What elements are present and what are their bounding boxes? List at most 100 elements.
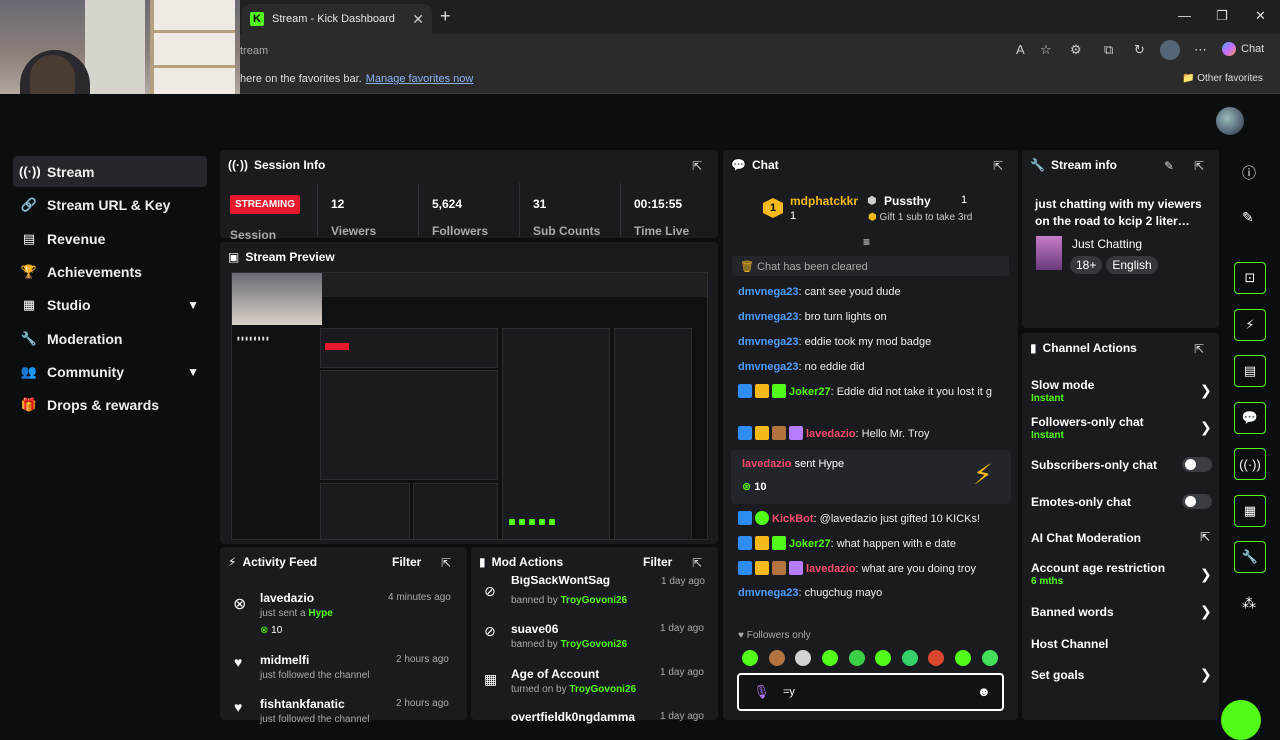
microphone-icon[interactable]: 🎙 <box>753 684 770 700</box>
emote-icon[interactable] <box>742 650 758 666</box>
popout-icon[interactable]: ⇱ <box>692 159 702 173</box>
broadcast-icon[interactable]: ((·)) <box>1234 448 1266 480</box>
sidebar-item-stream[interactable]: ((·)) Stream <box>13 156 207 187</box>
sidebar-item-revenue[interactable]: ▤ Revenue <box>13 223 207 254</box>
popout-icon[interactable]: ⇱ <box>441 556 451 570</box>
chat-username[interactable]: Joker27 <box>789 538 831 550</box>
edit-icon[interactable]: ✎ <box>1242 209 1254 226</box>
emote-icon[interactable] <box>982 650 998 666</box>
favorite-star-icon[interactable]: ☆ <box>1040 42 1052 58</box>
close-tab-icon[interactable]: ✕ <box>412 11 424 28</box>
activity-user[interactable]: midmelfi <box>260 653 309 667</box>
emote-icon[interactable] <box>822 650 838 666</box>
emote-icon[interactable] <box>902 650 918 666</box>
maximize-icon[interactable]: ❐ <box>1216 8 1228 24</box>
minimize-icon[interactable]: — <box>1178 8 1191 23</box>
emote-icon[interactable] <box>928 650 944 666</box>
mod-filter-button[interactable]: Filter <box>643 555 672 569</box>
chat-bubble-icon[interactable]: 💬 <box>1234 402 1266 434</box>
chevron-right-icon[interactable]: ❯ <box>1200 382 1212 399</box>
help-fab-button[interactable] <box>1221 700 1261 740</box>
gift-sub-cta[interactable]: ⬢ Gift 1 sub to take 3rd <box>868 212 972 223</box>
chevron-right-icon[interactable]: ❯ <box>1200 419 1212 436</box>
emote-icon[interactable] <box>769 650 785 666</box>
popout-icon[interactable]: ⇱ <box>1194 159 1204 173</box>
mod-target[interactable]: BigSackWontSag <box>511 576 610 587</box>
chat-username[interactable]: lavedazio <box>806 563 856 575</box>
new-tab-button[interactable]: + <box>440 6 451 27</box>
extensions-icon[interactable]: ⚙ <box>1070 42 1082 58</box>
emote-icon[interactable] <box>875 650 891 666</box>
sidebar-item-studio[interactable]: ▦ Studio ▼ <box>13 289 207 320</box>
activity-user[interactable]: fishtankfanatic <box>260 697 345 711</box>
ai-chat-moderation-label[interactable]: AI Chat Moderation <box>1031 531 1141 545</box>
sidebar-item-moderation[interactable]: 🔧 Moderation <box>13 323 207 354</box>
external-link-icon[interactable]: ⇱ <box>1200 530 1210 544</box>
window-close-icon[interactable]: ✕ <box>1255 8 1266 24</box>
share-icon[interactable]: ⁂ <box>1242 595 1256 612</box>
chat-username[interactable]: dmvnega23 <box>738 286 799 298</box>
emote-icon[interactable] <box>955 650 971 666</box>
chevron-right-icon[interactable]: ❯ <box>1200 603 1212 620</box>
edit-pencil-icon[interactable]: ✎ <box>1164 159 1174 173</box>
chevron-right-icon[interactable]: ❯ <box>1200 566 1212 583</box>
sidebar-item-achievements[interactable]: 🏆 Achievements <box>13 256 207 287</box>
other-favorites[interactable]: 📁 Other favorites <box>1182 73 1263 84</box>
activity-filter-button[interactable]: Filter <box>392 555 421 569</box>
sidebar-item-drops[interactable]: 🎁 Drops & rewards <box>13 389 207 420</box>
history-icon[interactable]: ↻ <box>1134 42 1145 58</box>
emote-icon[interactable] <box>795 650 811 666</box>
popout-icon[interactable]: ⇱ <box>1194 342 1204 356</box>
set-goals-label[interactable]: Set goals <box>1031 668 1084 682</box>
popout-icon[interactable]: ⇱ <box>993 159 1003 173</box>
popout-icon[interactable]: ⇱ <box>692 556 702 570</box>
leader-2-name[interactable]: Pussthy <box>884 194 931 208</box>
snapshot-icon[interactable]: ⊡ <box>1234 262 1266 294</box>
banned-words-label[interactable]: Banned words <box>1031 605 1114 619</box>
emotes-only-toggle[interactable] <box>1182 494 1212 509</box>
info-icon[interactable]: ⓘ <box>1242 163 1256 183</box>
copilot-chat-button[interactable]: Chat <box>1222 42 1264 56</box>
subscribers-only-toggle[interactable] <box>1182 457 1212 472</box>
tag-pill[interactable]: 18+ <box>1070 256 1103 274</box>
browser-tab[interactable]: K Stream - Kick Dashboard ✕ <box>242 4 432 34</box>
emote-icon[interactable] <box>849 650 865 666</box>
emoji-picker-icon[interactable]: ☻ <box>977 684 991 699</box>
chat-username[interactable]: Joker27 <box>789 386 831 398</box>
address-input[interactable]: tream <box>230 40 1010 62</box>
notes-icon[interactable]: ▤ <box>1234 355 1266 387</box>
hype-user[interactable]: lavedazio <box>742 458 792 470</box>
stream-preview-video[interactable]: ▮ ▮ ▮ ▮ ▮ ▮ ▮ ▮ <box>231 272 708 540</box>
read-aloud-icon[interactable]: A <box>1016 42 1025 57</box>
layout-icon[interactable]: ▦ <box>1234 495 1266 527</box>
sidebar-item-stream-url[interactable]: 🔗 Stream URL & Key <box>13 189 207 220</box>
chat-username[interactable]: dmvnega23 <box>738 311 799 323</box>
activity-user[interactable]: lavedazio <box>260 591 314 605</box>
mod-target[interactable]: Age of Account <box>511 667 599 681</box>
account-age-restriction-label[interactable]: Account age restriction <box>1031 561 1165 575</box>
category-thumbnail[interactable] <box>1036 236 1062 270</box>
chevron-right-icon[interactable]: ❯ <box>1200 666 1212 683</box>
chat-username[interactable]: dmvnega23 <box>738 336 799 348</box>
chat-username[interactable]: dmvnega23 <box>738 587 799 599</box>
lightning-icon[interactable]: ⚡ <box>1234 309 1266 341</box>
tag-pill[interactable]: English <box>1106 256 1158 274</box>
host-channel-label[interactable]: Host Channel <box>1031 637 1108 651</box>
chat-input[interactable]: 🎙 =y ☻ <box>737 673 1004 711</box>
mod-target[interactable]: overtfieldk0ngdamma <box>511 710 635 724</box>
profile-avatar[interactable] <box>1160 40 1180 60</box>
more-menu-icon[interactable]: ⋯ <box>1194 42 1207 58</box>
sidebar-item-community[interactable]: 👥 Community ▼ <box>13 356 207 387</box>
followers-only-chat-label[interactable]: Followers-only chat <box>1031 415 1144 429</box>
slow-mode-label[interactable]: Slow mode <box>1031 378 1094 392</box>
collections-icon[interactable]: ⧉ <box>1104 42 1113 58</box>
chat-username[interactable]: dmvnega23 <box>738 361 799 373</box>
wrench-icon[interactable]: 🔧 <box>1234 541 1266 573</box>
chat-username[interactable]: KickBot <box>772 513 814 525</box>
pin-icon[interactable]: ≡ <box>863 235 870 249</box>
manage-favorites-link[interactable]: Manage favorites now <box>366 73 474 85</box>
leader-1-name[interactable]: mdphatckkr <box>790 194 858 208</box>
user-avatar[interactable] <box>1216 107 1244 135</box>
category-name[interactable]: Just Chatting <box>1072 237 1142 251</box>
chat-username[interactable]: lavedazio <box>806 428 856 440</box>
